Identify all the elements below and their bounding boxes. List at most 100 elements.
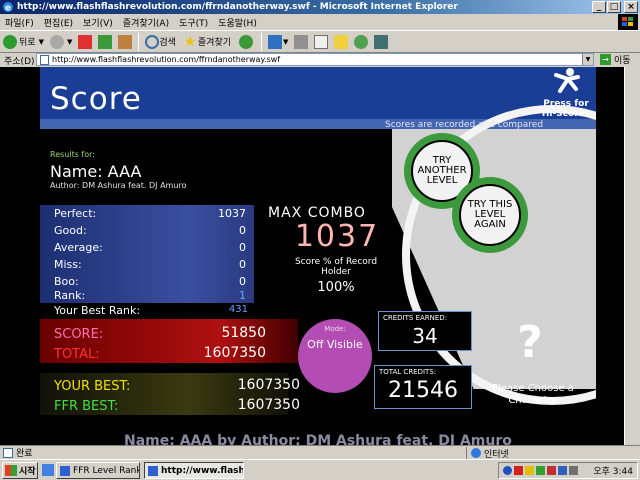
search-label: 검색 (159, 38, 176, 48)
choose-character-button[interactable]: ? (510, 317, 550, 368)
vertical-scrollbar[interactable] (624, 67, 640, 445)
edit-button[interactable] (311, 32, 331, 52)
credits-earned-label: CREDITS EARNED: (383, 314, 448, 322)
total-credits-box: TOTAL CREDITS: 21546 (374, 365, 472, 409)
task-label: FFR Level Ranks Fla... (73, 465, 139, 476)
back-button[interactable]: 뒤로 ▼ (0, 32, 47, 52)
results-for-label: Results for: (50, 150, 95, 159)
menu-favorites[interactable]: 즐겨찾기(A) (118, 16, 174, 29)
tool-icon (374, 34, 389, 49)
back-label: 뒤로 (19, 38, 36, 48)
scrolling-ticker: Name: AAA by Author: DM Ashura feat. DJ … (124, 433, 512, 445)
mail-button[interactable]: ▼ (265, 32, 291, 52)
total-label: TOTAL: (54, 347, 100, 362)
folder-icon (334, 34, 349, 49)
mode-indicator: Mode: Off Visible (298, 319, 372, 393)
windows-logo-icon (618, 14, 638, 30)
menu-file[interactable]: 파일(F) (0, 16, 39, 29)
star-icon: ★ (183, 33, 197, 50)
address-label: 주소(D) (4, 56, 35, 67)
menu-tools[interactable]: 도구(T) (174, 16, 213, 29)
home-icon (118, 34, 133, 49)
menu-bar: 파일(F) 편집(E) 보기(V) 즐겨찾기(A) 도구(T) 도움말(H) (0, 14, 640, 31)
svg-text:e: e (5, 4, 11, 14)
tray-icon[interactable] (558, 466, 567, 475)
search-icon (145, 34, 160, 49)
tray-icon[interactable] (525, 466, 534, 475)
stat-boo-value: 0 (239, 275, 246, 288)
home-button[interactable] (115, 32, 135, 52)
volume-icon[interactable] (569, 466, 578, 475)
ie-icon (60, 465, 70, 476)
max-combo-value: 1037 (294, 219, 380, 254)
favorites-button[interactable]: ★ 즐겨찾기 (181, 32, 236, 52)
stat-rank-label: Rank: (54, 289, 86, 302)
ie-icon: e (3, 2, 13, 14)
flash-game: Score Scores are recorded and compared P… (40, 67, 596, 445)
tray-icon[interactable] (536, 466, 545, 475)
player-name: Name: AAA (50, 162, 142, 181)
best-rank-value: 431 (228, 304, 248, 315)
search-button[interactable]: 검색 (142, 32, 181, 52)
record-pct-label: Score % of Record Holder (294, 257, 378, 277)
credits-earned-box: CREDITS EARNED: 34 (378, 311, 472, 351)
edit-icon (314, 34, 329, 49)
page-title: Score (50, 81, 142, 117)
folder-button[interactable] (331, 32, 351, 52)
total-credits-label: TOTAL CREDITS: (379, 368, 437, 376)
mail-icon (268, 34, 283, 49)
toolbar-separator (138, 32, 140, 51)
status-bar: 완료 인터넷 (0, 445, 640, 460)
forward-button[interactable]: ▼ (47, 32, 75, 52)
try-level-again-label: TRY THIS LEVEL AGAIN (459, 184, 521, 246)
stop-button[interactable] (75, 32, 95, 52)
taskbar-item-ffr-swf[interactable]: http://www.flashfl... (144, 462, 244, 479)
system-tray: 오후 3:44 (498, 462, 638, 479)
your-best-value: 1607350 (237, 377, 300, 393)
ime-icon[interactable] (503, 466, 512, 475)
your-best-label: YOUR BEST: (54, 379, 131, 394)
minimize-button[interactable]: _ (592, 1, 606, 13)
address-input[interactable]: http://www.flashflashrevolution.com/ffrn… (36, 53, 594, 66)
runner-logo-icon (554, 68, 580, 93)
go-button[interactable]: → 이동 (600, 53, 631, 66)
tray-icon[interactable] (514, 466, 523, 475)
maximize-button[interactable]: □ (607, 1, 621, 13)
quick-launch-icon[interactable] (42, 464, 54, 476)
menu-edit[interactable]: 편집(E) (39, 16, 78, 29)
hi-scores-button[interactable]: Press for Hi-Scores (536, 99, 596, 119)
taskbar-item-ffr-ranks[interactable]: FFR Level Ranks Fla... (56, 462, 140, 479)
print-button[interactable] (291, 32, 311, 52)
start-button[interactable]: 시작 (2, 462, 38, 479)
refresh-button[interactable] (95, 32, 115, 52)
stat-good-label: Good: (54, 224, 87, 237)
chevron-down-icon: ▼ (38, 37, 44, 46)
score-label: SCORE: (54, 327, 104, 342)
mode-label: Mode: (324, 325, 346, 333)
menu-view[interactable]: 보기(V) (78, 16, 118, 29)
menu-help[interactable]: 도움말(H) (213, 16, 262, 29)
toolbar-separator (261, 32, 263, 51)
ffr-best-label: FFR BEST: (54, 399, 119, 414)
mode-value: Off Visible (307, 338, 363, 351)
chevron-down-icon[interactable]: ▼ (582, 54, 593, 65)
close-button[interactable]: × (624, 1, 638, 13)
messenger-icon (354, 34, 369, 49)
stat-perfect-value: 1037 (218, 207, 246, 220)
tray-icon[interactable] (547, 466, 556, 475)
try-level-again-button[interactable]: TRY THIS LEVEL AGAIN (452, 177, 528, 253)
stop-icon (78, 34, 93, 49)
stat-perfect-label: Perfect: (54, 207, 97, 220)
song-author: Author: DM Ashura feat. DJ Amuro (50, 181, 187, 190)
refresh-icon (98, 34, 113, 49)
media-button[interactable] (236, 32, 258, 52)
stat-average-label: Average: (54, 241, 103, 254)
title-bar: e http://www.flashflashrevolution.com/ff… (0, 0, 640, 14)
ie-icon (148, 465, 158, 476)
credits-earned-value: 34 (412, 324, 438, 348)
chevron-down-icon: ▼ (283, 37, 289, 46)
stat-boo-label: Boo: (54, 275, 79, 288)
browser-content: Score Scores are recorded and compared P… (0, 67, 640, 445)
tool-button[interactable] (371, 32, 391, 52)
messenger-button[interactable] (351, 32, 371, 52)
